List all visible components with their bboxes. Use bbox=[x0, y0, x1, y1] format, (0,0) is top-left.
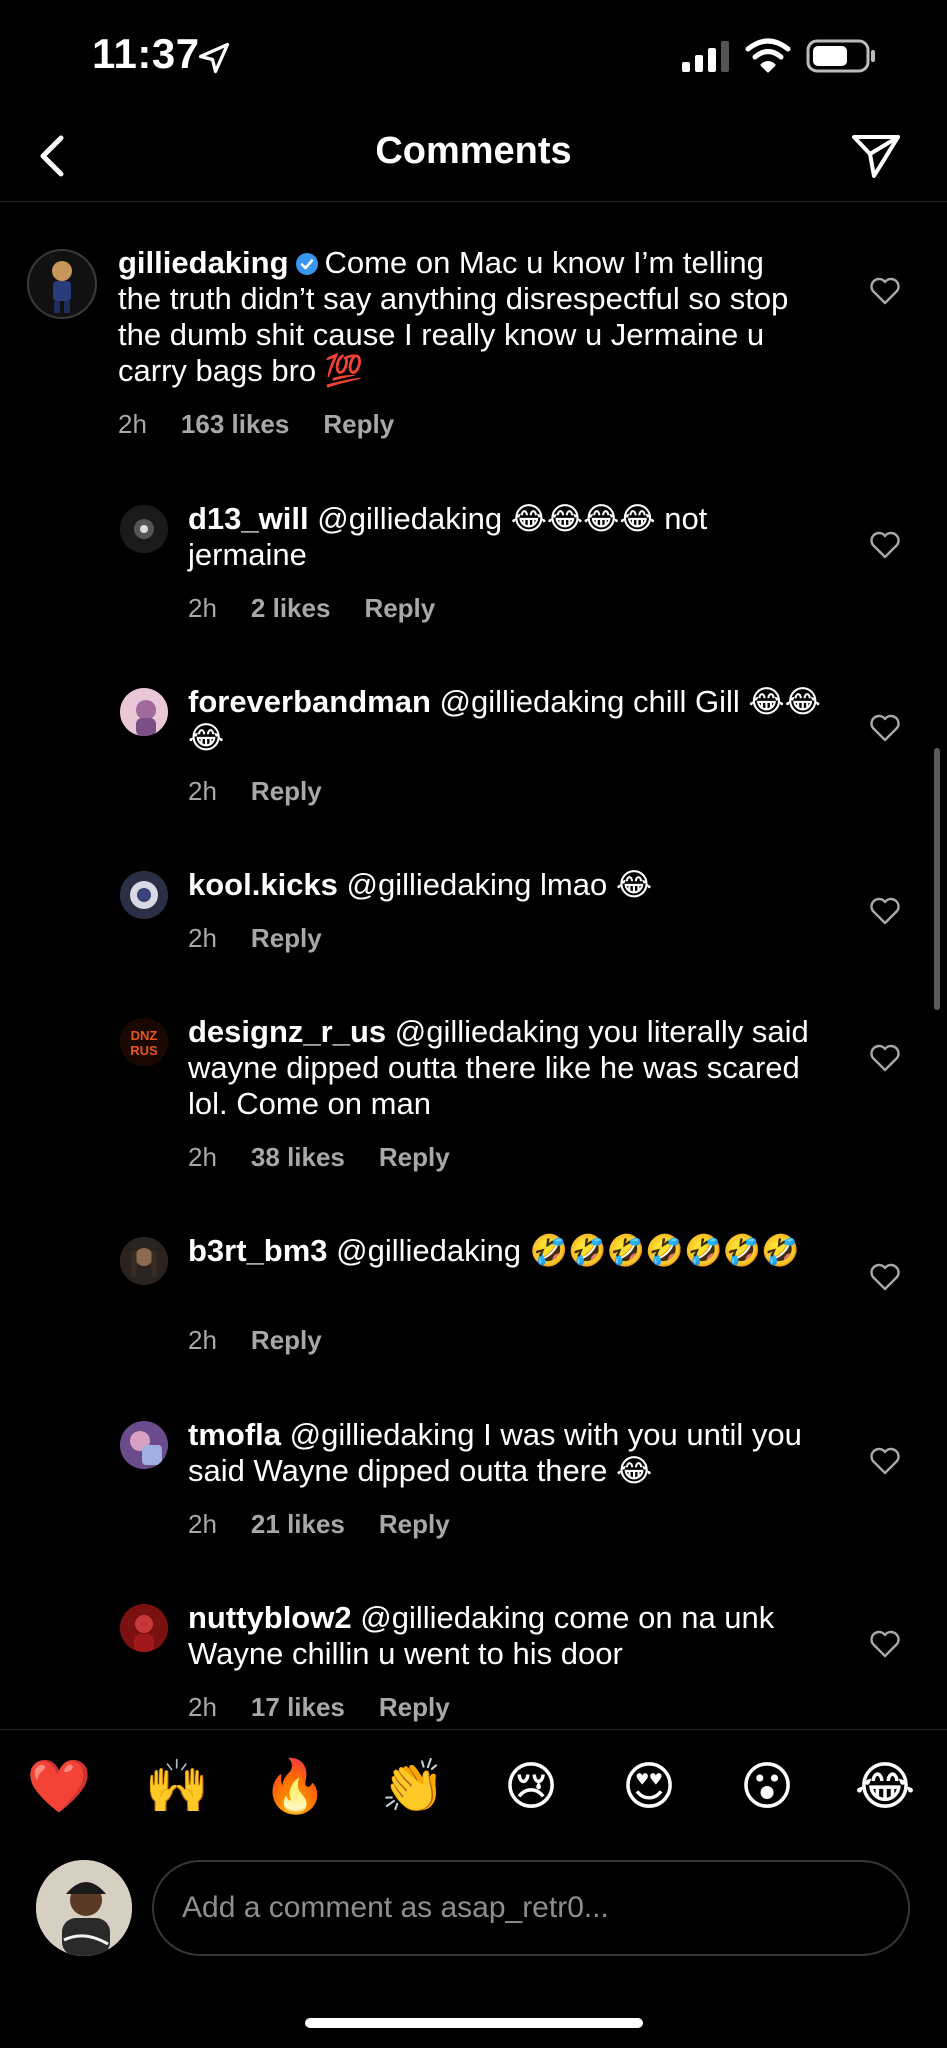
comments-list[interactable]: gilliedaking Come on Mac u know I’m telli… bbox=[0, 203, 947, 1729]
comment-meta: 2h 38 likes Reply bbox=[188, 1142, 484, 1173]
avatar[interactable] bbox=[120, 1237, 168, 1285]
comment-body: tmofla @gilliedaking I was with you unti… bbox=[188, 1417, 838, 1489]
verified-badge-icon bbox=[295, 253, 318, 275]
comment-time: 2h bbox=[188, 923, 217, 953]
wifi-icon bbox=[745, 38, 791, 73]
heart-icon[interactable] bbox=[869, 529, 901, 561]
comment-username[interactable]: designz_r_us bbox=[188, 1014, 386, 1049]
comment-time: 2h bbox=[188, 593, 217, 623]
comment-time: 2h bbox=[118, 409, 147, 439]
comment-time: 2h bbox=[188, 1692, 217, 1722]
heart-icon[interactable] bbox=[869, 1261, 901, 1293]
reaction-heart[interactable]: ❤️ bbox=[24, 1752, 94, 1822]
comment-likes[interactable]: 17 likes bbox=[251, 1692, 345, 1722]
header: Comments bbox=[0, 110, 947, 202]
paper-plane-icon bbox=[852, 135, 900, 178]
quick-reactions-bar: ❤️ 🙌 🔥 👏 😢 😍 😮 😂 bbox=[0, 1752, 947, 1832]
reply-button[interactable]: Reply bbox=[379, 1142, 450, 1172]
avatar[interactable] bbox=[120, 1604, 168, 1652]
reaction-raising-hands[interactable]: 🙌 bbox=[142, 1752, 212, 1822]
reply-button[interactable]: Reply bbox=[364, 593, 435, 623]
cellular-signal-icon bbox=[682, 41, 729, 72]
reply-button[interactable]: Reply bbox=[251, 1325, 322, 1355]
comment-meta: 2h Reply bbox=[188, 776, 356, 807]
comment-username[interactable]: gilliedaking bbox=[118, 245, 289, 280]
comment-meta: 2h Reply bbox=[188, 923, 356, 954]
comment-meta: 2h 21 likes Reply bbox=[188, 1509, 484, 1540]
comment-meta: 2h 2 likes Reply bbox=[188, 593, 469, 624]
reaction-heart-eyes[interactable]: 😍 bbox=[614, 1752, 684, 1822]
comment-body: foreverbandman @gilliedaking chill Gill … bbox=[188, 684, 828, 756]
comment-username[interactable]: b3rt_bm3 bbox=[188, 1233, 328, 1268]
comment-body: designz_r_us @gilliedaking you literally… bbox=[188, 1014, 838, 1122]
heart-icon[interactable] bbox=[869, 1042, 901, 1074]
status-time: 11:37 bbox=[92, 30, 200, 77]
heart-icon[interactable] bbox=[869, 712, 901, 744]
avatar[interactable] bbox=[27, 249, 97, 319]
avatar[interactable] bbox=[120, 871, 168, 919]
heart-icon[interactable] bbox=[869, 275, 901, 307]
comment-username[interactable]: kool.kicks bbox=[188, 867, 338, 902]
status-bar: 11:37 bbox=[0, 0, 947, 110]
comment-text: @gilliedaking 🤣🤣🤣🤣🤣🤣🤣 bbox=[336, 1233, 800, 1268]
battery-icon bbox=[806, 39, 875, 73]
comment-text: @gilliedaking lmao 😂 bbox=[346, 867, 653, 902]
reply-button[interactable]: Reply bbox=[251, 776, 322, 806]
home-indicator bbox=[305, 2018, 643, 2028]
avatar[interactable] bbox=[120, 1421, 168, 1469]
comment-username[interactable]: d13_will bbox=[188, 501, 309, 536]
my-avatar[interactable] bbox=[36, 1860, 132, 1956]
reaction-surprised[interactable]: 😮 bbox=[732, 1752, 802, 1822]
avatar[interactable]: DNZ RUS bbox=[120, 1018, 168, 1066]
comment-text: @gilliedaking I was with you until you s… bbox=[188, 1417, 802, 1488]
comment-time: 2h bbox=[188, 1325, 217, 1355]
reply-button[interactable]: Reply bbox=[379, 1509, 450, 1539]
comment-time: 2h bbox=[188, 1509, 217, 1539]
comment-body: d13_will @gilliedaking 😂😂😂😂 not jermaine bbox=[188, 501, 828, 573]
heart-icon[interactable] bbox=[869, 1445, 901, 1477]
location-arrow-icon bbox=[198, 42, 230, 74]
comment-body: b3rt_bm3 @gilliedaking 🤣🤣🤣🤣🤣🤣🤣 bbox=[188, 1233, 828, 1269]
comment-body: nuttyblow2 @gilliedaking come on na unk … bbox=[188, 1600, 828, 1672]
reaction-crying[interactable]: 😢 bbox=[496, 1752, 566, 1822]
svg-text:RUS: RUS bbox=[130, 1043, 158, 1058]
comment-likes[interactable]: 2 likes bbox=[251, 593, 331, 623]
comment-likes[interactable]: 38 likes bbox=[251, 1142, 345, 1172]
reply-button[interactable]: Reply bbox=[379, 1692, 450, 1722]
comment-body: kool.kicks @gilliedaking lmao 😂 bbox=[188, 867, 828, 903]
comment-username[interactable]: nuttyblow2 bbox=[188, 1600, 352, 1635]
reply-button[interactable]: Reply bbox=[323, 409, 394, 439]
comment-time: 2h bbox=[188, 1142, 217, 1172]
reaction-laughing[interactable]: 😂 bbox=[850, 1752, 920, 1822]
comment-meta: 2h Reply bbox=[188, 1325, 356, 1356]
reaction-fire[interactable]: 🔥 bbox=[260, 1752, 330, 1822]
reaction-clapping[interactable]: 👏 bbox=[378, 1752, 448, 1822]
share-button[interactable] bbox=[848, 128, 904, 184]
comment-meta: 2h 163 likes Reply bbox=[118, 409, 428, 440]
reply-button[interactable]: Reply bbox=[251, 923, 322, 953]
heart-icon[interactable] bbox=[869, 1628, 901, 1660]
divider bbox=[0, 1729, 947, 1730]
comment-username[interactable]: tmofla bbox=[188, 1417, 281, 1452]
comment-likes[interactable]: 163 likes bbox=[181, 409, 289, 439]
heart-icon[interactable] bbox=[869, 895, 901, 927]
comment-body: gilliedaking Come on Mac u know I’m telli… bbox=[118, 245, 808, 389]
comment-input[interactable] bbox=[152, 1860, 910, 1956]
comment-likes[interactable]: 21 likes bbox=[251, 1509, 345, 1539]
comment-username[interactable]: foreverbandman bbox=[188, 684, 431, 719]
avatar[interactable] bbox=[120, 505, 168, 553]
svg-text:DNZ: DNZ bbox=[131, 1028, 158, 1043]
scrollbar[interactable] bbox=[934, 748, 940, 1010]
comment-time: 2h bbox=[188, 776, 217, 806]
avatar[interactable] bbox=[120, 688, 168, 736]
page-title: Comments bbox=[375, 130, 572, 172]
comment-meta: 2h 17 likes Reply bbox=[188, 1692, 484, 1723]
